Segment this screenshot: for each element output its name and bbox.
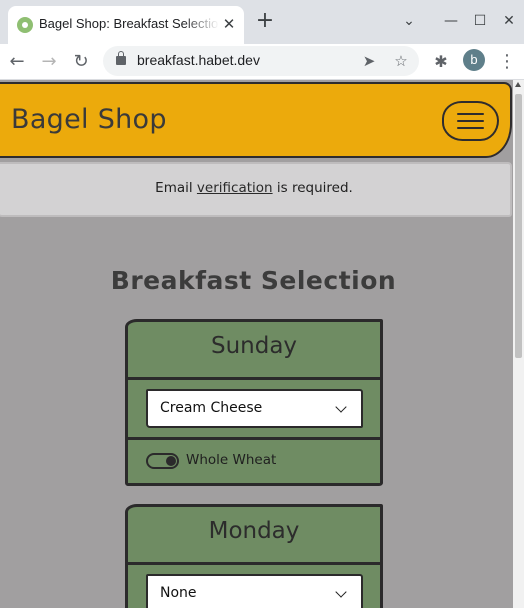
- maximize-icon[interactable]: ☐: [469, 10, 491, 32]
- reload-icon[interactable]: ↻: [68, 49, 94, 75]
- day-name: Sunday: [210, 333, 298, 359]
- extensions-puzzle-icon[interactable]: ✱: [430, 51, 452, 73]
- close-tab-icon[interactable]: ✕: [220, 15, 238, 33]
- day-select-row: None: [128, 565, 380, 608]
- toggle-label: Whole Wheat: [186, 452, 277, 468]
- site-favicon-icon: [17, 17, 33, 33]
- menu-bar-icon: [457, 120, 484, 122]
- spread-select[interactable]: None: [146, 574, 363, 608]
- select-value: None: [160, 585, 197, 601]
- day-card-monday: Monday None: [125, 504, 383, 608]
- profile-avatar[interactable]: b: [463, 49, 485, 71]
- tab-search-chevron-icon[interactable]: ⌄: [398, 10, 420, 32]
- back-arrow-icon[interactable]: ←: [4, 49, 30, 75]
- alert-message: Email verification is required.: [0, 180, 510, 196]
- scroll-up-arrow-icon[interactable]: [515, 82, 521, 87]
- lock-icon[interactable]: [116, 51, 126, 65]
- browser-toolbar: ← → ↻ breakfast.habet.dev ➤ ☆ ✱ b ⋮: [0, 44, 524, 80]
- chevron-down-icon: [335, 401, 347, 413]
- select-value: Cream Cheese: [160, 400, 263, 416]
- forward-arrow-icon[interactable]: →: [36, 49, 62, 75]
- page-viewport: Bagel Shop Email verification is require…: [0, 80, 513, 608]
- day-card-sunday: Sunday Cream Cheese Whole Wheat: [125, 319, 383, 486]
- bookmark-star-icon[interactable]: ☆: [390, 50, 412, 72]
- send-icon[interactable]: ➤: [358, 50, 380, 72]
- day-name: Monday: [208, 518, 300, 544]
- minimize-icon[interactable]: —: [440, 10, 462, 32]
- verification-link[interactable]: verification: [197, 180, 273, 196]
- toggle-knob: [166, 456, 176, 466]
- site-header: Bagel Shop: [0, 82, 512, 158]
- day-card-header: Monday: [128, 507, 380, 565]
- alert-suffix: is required.: [272, 180, 353, 196]
- brand-logo-text[interactable]: Bagel Shop: [11, 104, 167, 135]
- verification-alert: Email verification is required.: [0, 162, 512, 217]
- day-card-header: Sunday: [128, 322, 380, 380]
- new-tab-plus-icon[interactable]: +: [254, 10, 276, 32]
- address-bar[interactable]: breakfast.habet.dev ➤ ☆: [103, 46, 419, 76]
- menu-bar-icon: [457, 127, 484, 129]
- url-text[interactable]: breakfast.habet.dev: [137, 52, 260, 68]
- chevron-down-icon: [335, 586, 347, 598]
- browser-tab[interactable]: Bagel Shop: Breakfast Selection ✕: [8, 6, 244, 44]
- scroll-thumb[interactable]: [515, 94, 522, 358]
- menu-bar-icon: [457, 113, 484, 115]
- tab-strip: Bagel Shop: Breakfast Selection ✕ + ⌄ — …: [0, 0, 524, 44]
- browser-menu-icon[interactable]: ⋮: [496, 49, 518, 75]
- tab-title: Bagel Shop: Breakfast Selection: [39, 16, 219, 31]
- whole-wheat-toggle[interactable]: [146, 453, 179, 469]
- alert-prefix: Email: [155, 180, 197, 196]
- spread-select[interactable]: Cream Cheese: [146, 389, 363, 428]
- day-toggle-row: Whole Wheat: [128, 440, 380, 483]
- close-window-icon[interactable]: ✕: [498, 10, 520, 32]
- day-select-row: Cream Cheese: [128, 380, 380, 440]
- page-title: Breakfast Selection: [110, 266, 397, 295]
- page-scrollbar[interactable]: [513, 80, 524, 608]
- hamburger-menu-button[interactable]: [442, 101, 499, 141]
